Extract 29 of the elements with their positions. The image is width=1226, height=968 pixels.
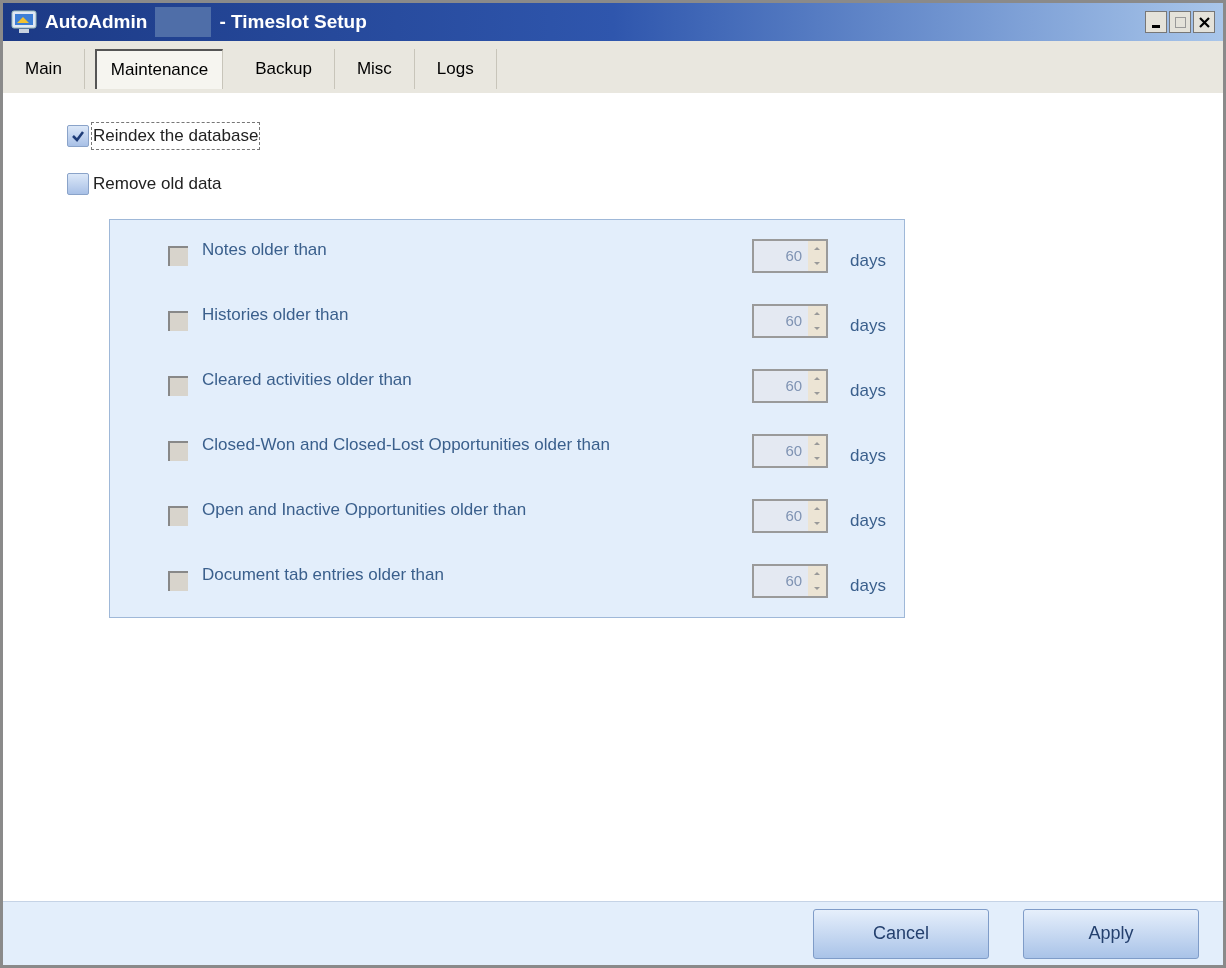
checkbox-label: Cleared activities older than: [202, 369, 412, 392]
unit-label: days: [850, 510, 886, 533]
checkbox-label: Notes older than: [202, 239, 327, 262]
close-button[interactable]: [1193, 11, 1215, 33]
redacted-block: [155, 7, 212, 37]
checkbox-label: Reindex the database: [91, 122, 261, 150]
minimize-icon: [1152, 24, 1160, 28]
checkbox-label: Remove old data: [92, 173, 223, 196]
checkbox-label: Closed-Won and Closed-Lost Opportunities older than: [202, 434, 610, 457]
checkbox-label: Document tab entries older than: [202, 564, 444, 587]
maximize-icon: [1174, 16, 1186, 28]
tab[interactable]: Maintenance: [94, 49, 224, 89]
unit-label: days: [850, 445, 886, 468]
dialog-button[interactable]: Apply: [1023, 908, 1199, 959]
close-icon: [1198, 16, 1210, 28]
unit-label: days: [850, 380, 886, 403]
checkbox[interactable]: [67, 125, 89, 147]
unit-label: days: [850, 575, 886, 598]
check-icon: [71, 129, 85, 143]
checkbox-label: Histories older than: [202, 304, 349, 327]
monitor-icon: [11, 10, 37, 34]
minimize-button[interactable]: [1145, 11, 1167, 33]
window-title: AutoAdmin: [45, 9, 148, 34]
unit-label: days: [850, 250, 886, 273]
checkbox[interactable]: [67, 173, 89, 195]
unit-label: days: [850, 315, 886, 338]
dialog-button[interactable]: Cancel: [813, 908, 989, 959]
window-title: - Timeslot Setup: [219, 9, 367, 34]
checkbox-label: Open and Inactive Opportunities older than: [202, 499, 527, 522]
